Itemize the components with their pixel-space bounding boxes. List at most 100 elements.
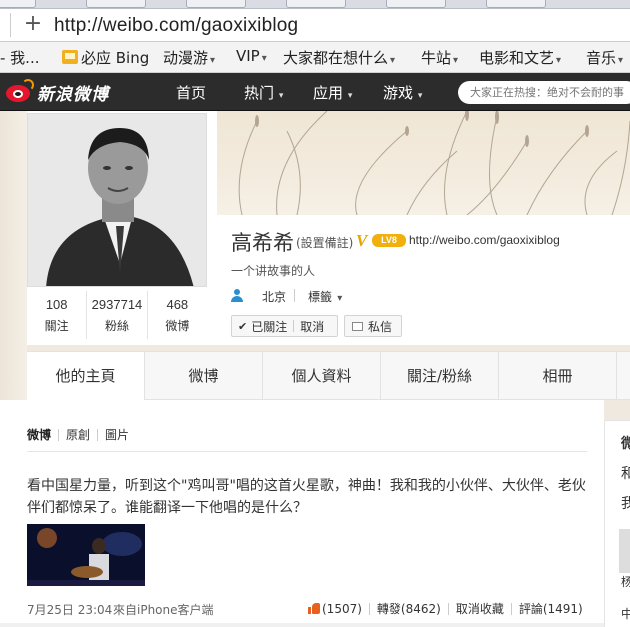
verified-icon[interactable]: V bbox=[356, 231, 367, 251]
bookmark-music[interactable]: 音乐 ▾ bbox=[586, 47, 623, 68]
sidebar-text: 我 bbox=[621, 496, 630, 512]
chevron-down-icon: ▾ bbox=[334, 293, 343, 304]
profile-bio: 一个讲故事的人 bbox=[231, 264, 316, 278]
chevron-down-icon: ▾ bbox=[345, 91, 353, 101]
profile-name: 高希希 bbox=[231, 231, 294, 255]
stat-number: 468 bbox=[166, 297, 189, 312]
bookmark-item[interactable]: - 我... bbox=[0, 47, 40, 68]
nav-apps[interactable]: 应用 ▾ bbox=[313, 82, 352, 103]
divider bbox=[447, 602, 449, 615]
browser-tab-strip bbox=[0, 0, 630, 9]
unfavorite-button[interactable]: 取消收藏 bbox=[456, 600, 504, 617]
post-video-thumbnail[interactable] bbox=[27, 524, 145, 586]
nav-search bbox=[458, 81, 630, 104]
tags-dropdown[interactable]: 標籤 ▾ bbox=[308, 288, 342, 305]
post-source: 來自iPhone客户端 bbox=[113, 603, 214, 617]
chevron-down-icon: ▾ bbox=[556, 55, 562, 66]
comment-button[interactable]: 評論(1491) bbox=[519, 600, 583, 617]
chevron-down-icon: ▾ bbox=[261, 53, 267, 64]
divider bbox=[27, 451, 587, 452]
browser-tab[interactable] bbox=[0, 0, 36, 8]
thumbs-up-icon bbox=[308, 602, 320, 614]
stat-number: 2937714 bbox=[91, 297, 143, 312]
divider bbox=[510, 602, 512, 615]
divider bbox=[368, 602, 370, 615]
video-thumbnail-image bbox=[27, 524, 145, 586]
browser-tab[interactable] bbox=[486, 0, 546, 8]
repost-button[interactable]: 轉發(8462) bbox=[377, 600, 441, 617]
private-message-button[interactable]: 私信 bbox=[344, 315, 402, 337]
profile-stats: 108 關注 2937714 粉絲 468 微博 bbox=[27, 291, 207, 339]
url-field[interactable]: http://weibo.com/gaoxixiblog bbox=[54, 15, 298, 37]
post-actions: (1507) 轉發(8462) 取消收藏 評論(1491) bbox=[308, 600, 583, 617]
bing-icon bbox=[62, 50, 78, 64]
stat-label: 粉絲 bbox=[104, 319, 129, 333]
search-input[interactable] bbox=[458, 81, 630, 104]
stat-following[interactable]: 108 關注 bbox=[27, 291, 88, 339]
sidebar-text: 中 bbox=[621, 607, 630, 621]
bookmarks-bar: - 我... 必应 Bing 动漫游 ▾ VIP ▾ 大家都在想什么 ▾ 牛站 ▾ 电影… bbox=[0, 42, 630, 73]
message-label: 私信 bbox=[368, 319, 393, 334]
bookmark-trending[interactable]: 大家都在想什么 ▾ bbox=[283, 47, 395, 68]
nav-games[interactable]: 游戏 ▾ bbox=[383, 82, 422, 103]
logo-text: 新浪微博 bbox=[37, 84, 109, 105]
new-tab-button[interactable]: + bbox=[22, 13, 44, 36]
chevron-down-icon: ▾ bbox=[415, 91, 423, 101]
right-sidebar: 微 和 我 杨 中 bbox=[604, 420, 630, 627]
tab-follows[interactable]: 關注/粉絲 bbox=[381, 352, 499, 400]
level-badge[interactable]: LV8 bbox=[372, 234, 406, 247]
stat-label: 微博 bbox=[165, 319, 190, 333]
nav-home[interactable]: 首页 bbox=[176, 82, 206, 103]
weibo-top-nav: 新浪微博 首页 热门 ▾ 应用 ▾ 游戏 ▾ bbox=[0, 73, 630, 111]
unfollow-button[interactable]: 取消 bbox=[300, 318, 324, 335]
feed-filter: 微博 原創 圖片 bbox=[27, 426, 136, 443]
browser-tab[interactable] bbox=[86, 0, 146, 8]
mail-icon bbox=[352, 321, 363, 331]
chevron-down-icon: ▾ bbox=[210, 55, 216, 66]
avatar[interactable] bbox=[27, 113, 207, 287]
stat-number: 108 bbox=[45, 297, 68, 312]
divider bbox=[10, 13, 11, 37]
sidebar-text: 杨 bbox=[621, 575, 630, 589]
tab-album[interactable]: 相冊 bbox=[499, 352, 617, 400]
browser-tab[interactable] bbox=[186, 0, 246, 8]
filter-all[interactable]: 微博 bbox=[27, 426, 58, 443]
bookmark-anime[interactable]: 动漫游 ▾ bbox=[163, 47, 215, 68]
bookmark-bing[interactable]: 必应 Bing bbox=[62, 47, 149, 68]
chevron-down-icon: ▾ bbox=[276, 91, 284, 101]
post-text: 看中国星力量，听到这个"鸡叫哥"唱的这首火星歌，神曲！我和我的小伙伴、大伙伴、老… bbox=[27, 478, 586, 516]
divider bbox=[294, 289, 295, 302]
profile-location: 北京 bbox=[262, 290, 287, 304]
browser-tab[interactable] bbox=[386, 0, 446, 8]
set-remark-link[interactable]: (設置備註) bbox=[296, 234, 353, 251]
filter-original[interactable]: 原創 bbox=[59, 426, 97, 443]
tab-weibo[interactable]: 微博 bbox=[145, 352, 263, 400]
check-icon: ✔ bbox=[238, 319, 248, 333]
stat-followers[interactable]: 2937714 粉絲 bbox=[87, 291, 148, 339]
avatar-photo bbox=[28, 114, 206, 286]
bookmark-vip[interactable]: VIP ▾ bbox=[236, 47, 267, 65]
bookmark-niuzhan[interactable]: 牛站 ▾ bbox=[421, 47, 458, 68]
sidebar-text: 和 bbox=[621, 466, 630, 482]
browser-tab[interactable] bbox=[286, 0, 346, 8]
follow-status-button: ✔ 已關注 取消 bbox=[231, 315, 338, 337]
filter-pictures[interactable]: 圖片 bbox=[98, 426, 136, 443]
stat-label: 關注 bbox=[44, 319, 69, 333]
post-timestamp[interactable]: 7月25日 23:04 bbox=[27, 601, 112, 618]
bookmark-movies[interactable]: 电影和文艺 ▾ bbox=[479, 47, 561, 68]
sidebar-heading: 微 bbox=[621, 436, 630, 452]
weibo-logo[interactable]: 新浪微博 bbox=[4, 79, 109, 105]
stat-posts[interactable]: 468 微博 bbox=[148, 291, 207, 339]
tab-home[interactable]: 他的主頁 bbox=[27, 352, 145, 401]
profile-tabs: 他的主頁 微博 個人資料 關注/粉絲 相冊 bbox=[27, 351, 630, 401]
chevron-down-icon: ▾ bbox=[453, 55, 459, 66]
nav-hot[interactable]: 热门 ▾ bbox=[244, 82, 283, 103]
profile-url-link[interactable]: http://weibo.com/gaoxixiblog bbox=[409, 233, 560, 247]
divider bbox=[0, 623, 604, 627]
person-icon bbox=[231, 289, 243, 303]
like-button[interactable]: (1507) bbox=[308, 602, 362, 616]
weibo-eye-icon bbox=[4, 79, 34, 105]
tab-profile-info[interactable]: 個人資料 bbox=[263, 352, 381, 400]
address-bar: + http://weibo.com/gaoxixiblog bbox=[0, 9, 630, 42]
sidebar-thumbnail[interactable] bbox=[619, 529, 630, 573]
